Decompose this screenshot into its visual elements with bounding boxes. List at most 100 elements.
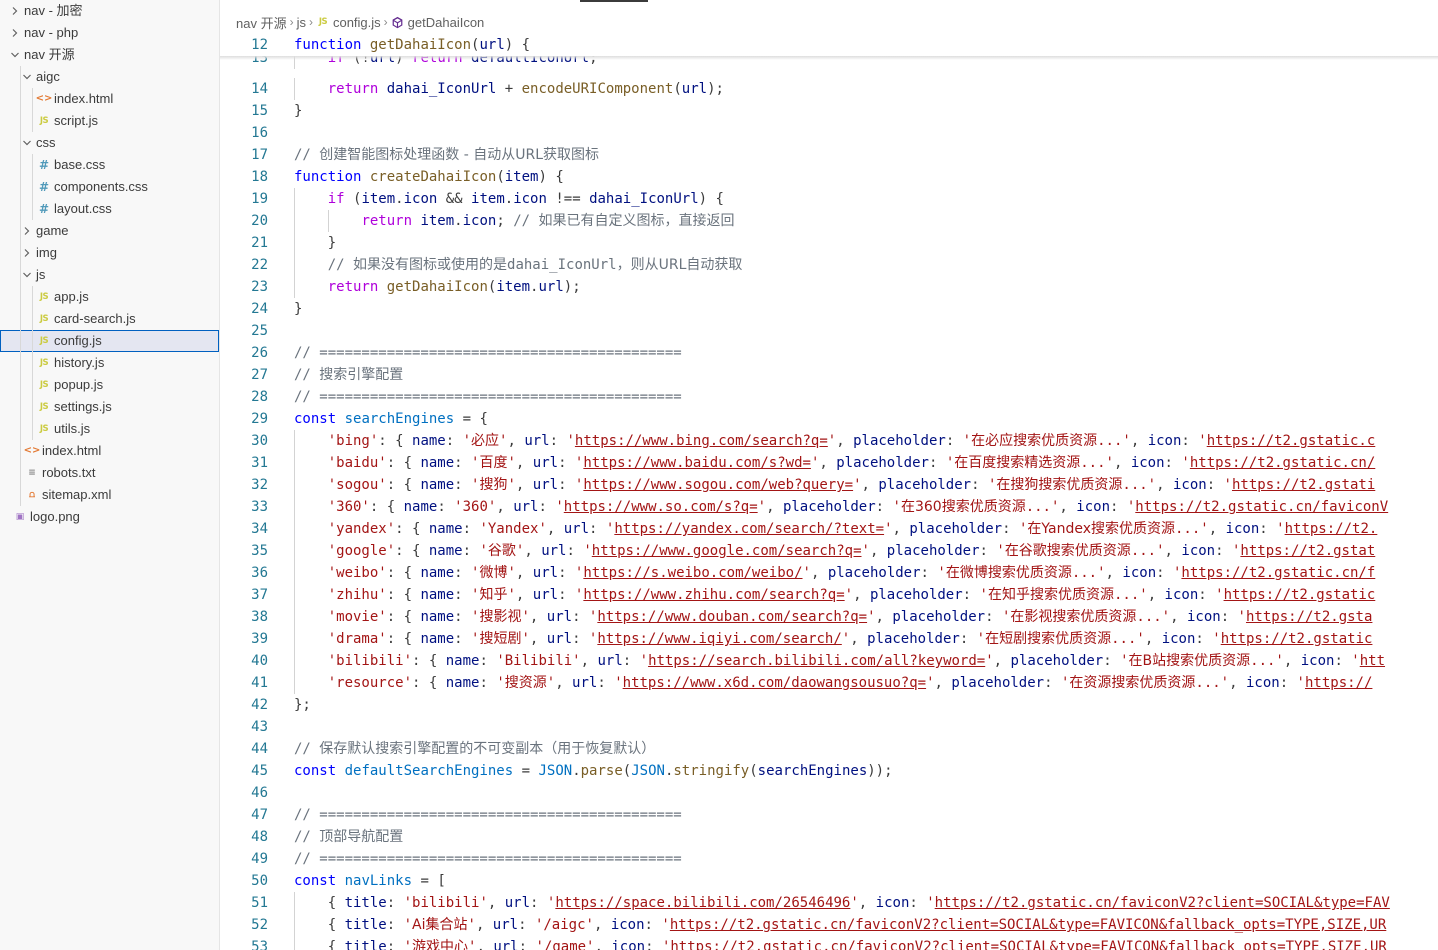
code-token: : xyxy=(479,675,497,691)
tree-file[interactable]: JS popup.js xyxy=(0,374,219,396)
code-token: https://www.douban.com/search?q= xyxy=(597,609,868,625)
tree-file[interactable]: ▣ logo.png xyxy=(0,506,219,528)
tree-folder[interactable]: js xyxy=(0,264,219,286)
tree-file[interactable]: JS utils.js xyxy=(0,418,219,440)
indent-guide xyxy=(20,154,21,176)
code-token: ...' xyxy=(1111,631,1145,647)
code-token: : xyxy=(645,939,662,950)
code-token: // =====================================… xyxy=(294,389,682,405)
code-token: 'Yandex' xyxy=(479,521,547,537)
line-number: 21 xyxy=(251,235,268,251)
code-token: ' xyxy=(926,675,935,691)
code-token: '/game' xyxy=(535,939,595,950)
tree-file[interactable]: ≡ robots.txt xyxy=(0,462,219,484)
code-token: 在谷歌搜索优质资源 xyxy=(1004,543,1131,559)
code-token: : xyxy=(1181,433,1199,449)
tree-file[interactable]: # layout.css xyxy=(0,198,219,220)
code-token: , xyxy=(580,653,598,669)
code-line: 25 xyxy=(220,320,1438,342)
code-line: 37'zhihu': { name: '知乎', url: 'https://w… xyxy=(220,584,1438,606)
tree-file[interactable]: <> index.html xyxy=(0,88,219,110)
tree-folder[interactable]: img xyxy=(0,242,219,264)
breadcrumb-folder-root[interactable]: nav 开源 xyxy=(236,13,287,32)
code-token: ' xyxy=(841,631,851,647)
code-token: function xyxy=(294,169,362,185)
code-line: 29 const searchEngines = { xyxy=(220,408,1438,430)
code-token: url xyxy=(546,609,573,625)
code-line: 53 { title: '游戏中心', url: '/game', icon: '… xyxy=(220,936,1438,950)
code-token: https://www.x6d.com/daowangsousuo?q= xyxy=(622,675,927,691)
code-token: 'Bilibili' xyxy=(496,653,581,669)
tree-folder[interactable]: nav - php xyxy=(0,22,219,44)
code-token: item xyxy=(361,191,396,207)
code-token: . xyxy=(572,763,581,779)
code-token: , xyxy=(1147,587,1165,603)
tree-file[interactable]: # base.css xyxy=(0,154,219,176)
tree-file[interactable]: ⩍ sitemap.xml xyxy=(0,484,219,506)
code-token: placeholder xyxy=(867,631,960,647)
code-token: https://t2.gstatic.cn/ xyxy=(1189,455,1376,471)
tree-file[interactable]: <> index.html xyxy=(0,440,219,462)
code-line: 48 // 顶部导航配置 xyxy=(220,826,1438,848)
code-token: dahai_IconUrl xyxy=(507,257,617,273)
code-line: 42}; xyxy=(220,694,1438,716)
code-token: ' xyxy=(521,609,530,625)
breadcrumb-file[interactable]: JS config.js xyxy=(316,15,381,30)
tree-folder[interactable]: nav 开源 xyxy=(0,44,219,66)
code-token: . xyxy=(454,213,463,229)
code-token: : { xyxy=(386,609,421,625)
line-number: 45 xyxy=(251,763,268,779)
tree-item-label: components.css xyxy=(54,179,148,194)
tree-folder[interactable]: aigc xyxy=(0,66,219,88)
line-number: 27 xyxy=(251,367,268,383)
code-token: : xyxy=(1002,521,1019,537)
code-editor[interactable]: 13if (!url) return defaultIconUrl;14retu… xyxy=(220,34,1438,950)
code-text: return dahai_IconUrl + encodeURIComponen… xyxy=(328,78,724,100)
code-token: , xyxy=(1156,477,1173,493)
code-token: : xyxy=(1215,543,1232,559)
code-token: 如果已有自定义图标，直接返回 xyxy=(538,213,735,229)
code-token: // xyxy=(327,257,354,273)
code-token: , xyxy=(1059,499,1077,515)
css-file-icon: # xyxy=(38,180,50,194)
tree-file[interactable]: JS history.js xyxy=(0,352,219,374)
tree-folder[interactable]: css xyxy=(0,132,219,154)
code-text: // 创建智能图标处理函数 - 自动从URL获取图标 xyxy=(294,144,599,166)
code-token: url xyxy=(532,477,559,493)
line-number: 53 xyxy=(251,939,268,950)
indent-guide xyxy=(32,308,33,330)
tree-file[interactable]: # components.css xyxy=(0,176,219,198)
tree-folder[interactable]: nav - 加密 xyxy=(0,0,219,22)
tree-file[interactable]: JS card-search.js xyxy=(0,308,219,330)
code-token: { xyxy=(327,895,345,911)
indent-guide xyxy=(294,584,295,606)
code-token: // xyxy=(294,741,320,757)
code-line: 16 xyxy=(220,122,1438,144)
tree-file[interactable]: JS config.js xyxy=(0,330,219,352)
code-token: name xyxy=(420,609,455,625)
code-token: // =====================================… xyxy=(294,807,682,823)
code-token: https://t2.gstatic xyxy=(1223,587,1376,603)
code-token: return xyxy=(327,279,379,295)
tree-file[interactable]: JS app.js xyxy=(0,286,219,308)
code-token: ' xyxy=(979,587,988,603)
indent-guide xyxy=(20,484,21,506)
indent-guide xyxy=(20,352,21,374)
tree-file[interactable]: JS script.js xyxy=(0,110,219,132)
line-number: 32 xyxy=(251,477,268,493)
code-token: icon xyxy=(611,939,646,950)
code-text: // 顶部导航配置 xyxy=(294,826,403,848)
breadcrumb-symbol[interactable]: getDahaiIcon xyxy=(391,14,485,30)
code-token: 知乎 xyxy=(479,587,508,603)
code-token: ' xyxy=(566,433,575,449)
code-token: : { xyxy=(395,521,429,537)
breadcrumb-folder-js[interactable]: js xyxy=(297,15,306,30)
tree-file[interactable]: JS settings.js xyxy=(0,396,219,418)
code-token: ' xyxy=(467,917,476,933)
indent-guide xyxy=(294,232,295,254)
code-text: // 如果没有图标或使用的是dahai_IconUrl，则从URL自动获取 xyxy=(328,254,743,276)
breadcrumb-label: getDahaiIcon xyxy=(407,14,485,30)
tree-folder[interactable]: game xyxy=(0,220,219,242)
code-text: // =====================================… xyxy=(294,804,682,826)
